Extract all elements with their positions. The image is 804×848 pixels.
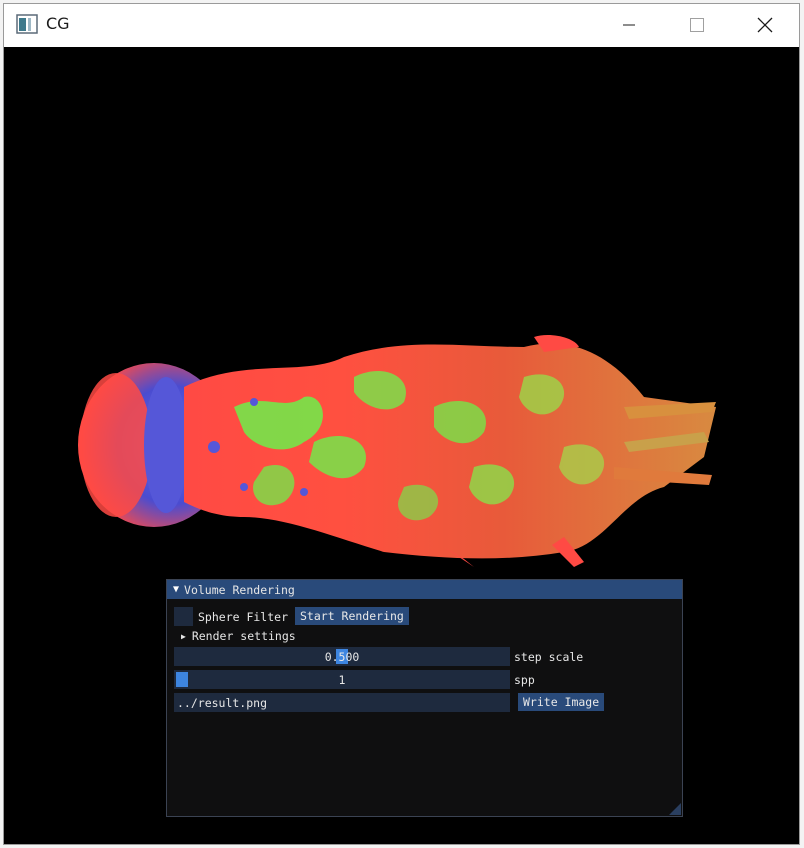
spp-slider[interactable]: 1 xyxy=(174,670,510,689)
close-icon xyxy=(757,17,773,33)
panel-title-bar[interactable]: ▼ Volume Rendering xyxy=(167,580,682,599)
window-title: CG xyxy=(46,14,70,33)
step-scale-slider[interactable]: 0.500 xyxy=(174,647,510,666)
start-rendering-button[interactable]: Start Rendering xyxy=(295,607,409,625)
app-window-icon xyxy=(16,14,38,34)
write-image-button[interactable]: Write Image xyxy=(518,693,605,711)
sphere-filter-label: Sphere Filter xyxy=(198,609,289,624)
step-scale-value: 0.500 xyxy=(324,649,360,664)
maximize-button[interactable] xyxy=(664,4,730,46)
output-path-input[interactable]: ../result.png xyxy=(174,693,510,712)
volume-rendering-panel[interactable]: ▼ Volume Rendering Sphere Filter Start R… xyxy=(166,579,683,817)
panel-resize-grip[interactable] xyxy=(669,803,681,815)
triangle-right-icon[interactable]: ▶ xyxy=(181,632,186,641)
panel-title: Volume Rendering xyxy=(184,582,295,597)
spp-label: spp xyxy=(514,673,535,687)
step-scale-label: step scale xyxy=(514,650,584,664)
maximize-icon xyxy=(690,18,704,32)
close-button[interactable] xyxy=(732,4,798,46)
smoke-plume xyxy=(78,335,716,567)
sphere-filter-row: Sphere Filter xyxy=(174,607,288,626)
output-path-value: ../result.png xyxy=(177,695,268,710)
triangle-down-icon[interactable]: ▼ xyxy=(173,584,179,595)
render-settings-label: Render settings xyxy=(191,629,296,643)
minimize-button[interactable] xyxy=(596,4,662,46)
render-settings-tree-node[interactable]: ▶ Render settings xyxy=(181,629,296,643)
spp-slider-grab[interactable] xyxy=(176,672,188,687)
render-viewport[interactable]: ▼ Volume Rendering Sphere Filter Start R… xyxy=(4,47,799,844)
title-bar[interactable]: CG xyxy=(4,4,799,47)
minimize-icon xyxy=(623,24,635,26)
app-window: CG ▼ Volume Rendering Sphere Filter Star… xyxy=(3,3,800,845)
spp-value: 1 xyxy=(338,672,346,687)
sphere-filter-checkbox[interactable] xyxy=(174,607,193,626)
